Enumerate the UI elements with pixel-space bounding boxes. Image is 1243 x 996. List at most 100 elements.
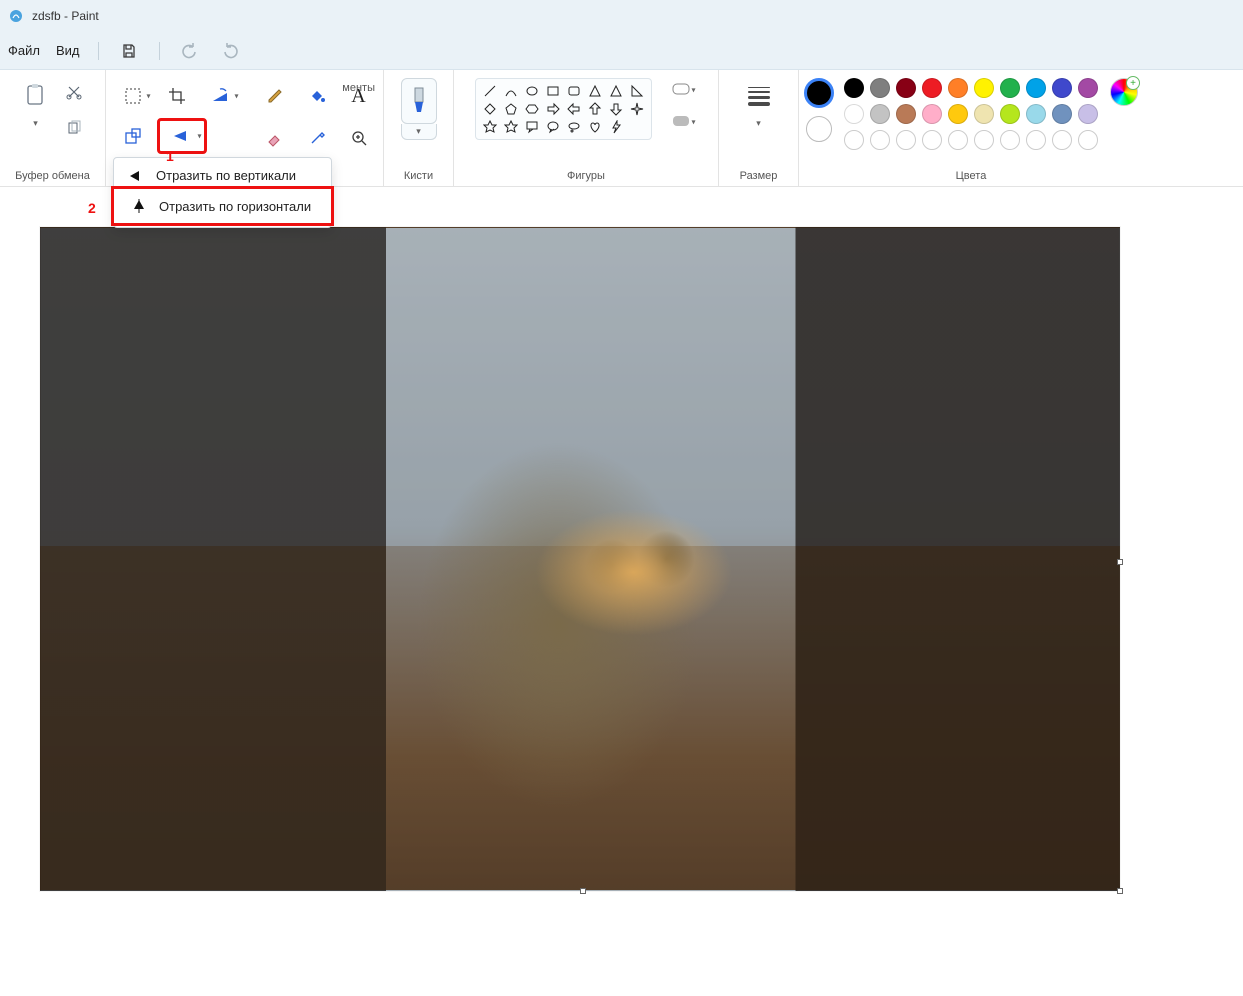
swatch[interactable]: [922, 78, 942, 98]
swatch-empty[interactable]: [896, 130, 916, 150]
swatch[interactable]: [1052, 104, 1072, 124]
swatch-empty[interactable]: [870, 130, 890, 150]
shape-more[interactable]: [629, 119, 645, 135]
shape-lightning[interactable]: [608, 119, 624, 135]
swatch[interactable]: [922, 104, 942, 124]
fill-tool[interactable]: [299, 78, 335, 114]
brush-dropdown[interactable]: ▾: [401, 124, 437, 140]
paste-dd[interactable]: ▾: [33, 118, 38, 129]
swatch[interactable]: [948, 78, 968, 98]
chevron-down-icon: ▾: [691, 86, 695, 95]
swatch[interactable]: [1078, 78, 1098, 98]
shape-curve[interactable]: [503, 83, 519, 99]
pencil-tool[interactable]: [257, 78, 293, 114]
shape-pentagon[interactable]: [503, 101, 519, 117]
swatch[interactable]: [870, 78, 890, 98]
shape-arrow-l[interactable]: [566, 101, 582, 117]
cut-button[interactable]: [60, 78, 88, 106]
flip-horizontal-item[interactable]: Отразить по горизонтали: [111, 186, 334, 226]
swatch[interactable]: [1026, 104, 1046, 124]
shape-4star[interactable]: [629, 101, 645, 117]
undo-button[interactable]: [178, 39, 202, 63]
swatch-empty[interactable]: [1052, 130, 1072, 150]
flip-vertical-label: Отразить по вертикали: [156, 168, 296, 183]
swatch[interactable]: [896, 104, 916, 124]
swatch[interactable]: [844, 78, 864, 98]
swatch-empty[interactable]: [922, 130, 942, 150]
color-picker-tool[interactable]: [299, 120, 335, 156]
shape-righttri[interactable]: [629, 83, 645, 99]
group-shapes: ▾ ▾ Фигуры: [454, 70, 719, 186]
swatch[interactable]: [1052, 78, 1072, 98]
swatch-empty[interactable]: [844, 130, 864, 150]
swatch[interactable]: [974, 104, 994, 124]
save-icon: [121, 43, 137, 59]
shape-fill-button[interactable]: ▾: [664, 110, 698, 134]
menubar-separator: [98, 42, 99, 60]
shape-arrow-r[interactable]: [545, 101, 561, 117]
shape-callout-oval[interactable]: [545, 119, 561, 135]
swatch[interactable]: [1078, 104, 1098, 124]
color-1[interactable]: [804, 78, 834, 108]
swatch[interactable]: [896, 78, 916, 98]
chevron-down-icon: ▾: [234, 92, 238, 101]
magnifier-tool[interactable]: [341, 120, 377, 156]
flip-vertical-item[interactable]: Отразить по вертикали: [114, 162, 331, 189]
shape-roundrect[interactable]: [566, 83, 582, 99]
shape-5star[interactable]: [482, 119, 498, 135]
shape-diamond[interactable]: [482, 101, 498, 117]
group-label-shapes: Фигуры: [567, 166, 605, 182]
eraser-icon: [266, 129, 284, 147]
eraser-tool[interactable]: [257, 120, 293, 156]
swatch[interactable]: [948, 104, 968, 124]
flip-horizontal-icon: [129, 198, 149, 214]
shape-callout-cloud[interactable]: [566, 119, 582, 135]
canvas-image[interactable]: [40, 227, 1120, 891]
swatch-empty[interactable]: [1000, 130, 1020, 150]
paste-button[interactable]: [18, 78, 54, 114]
swatch[interactable]: [844, 104, 864, 124]
swatch[interactable]: [1000, 78, 1020, 98]
shapes-gallery[interactable]: [475, 78, 652, 140]
shape-polygon[interactable]: [587, 83, 603, 99]
shape-hexagon[interactable]: [524, 101, 540, 117]
color-palette: [844, 78, 1100, 152]
brush-button[interactable]: [401, 78, 437, 124]
menu-file[interactable]: Файл: [8, 43, 40, 58]
redo-button[interactable]: [218, 39, 242, 63]
swatch[interactable]: [1000, 104, 1020, 124]
rotate-button[interactable]: ▾: [201, 78, 241, 114]
swatch[interactable]: [974, 78, 994, 98]
flip-icon: [172, 128, 192, 144]
copy-button[interactable]: [60, 114, 88, 142]
swatch-empty[interactable]: [1026, 130, 1046, 150]
swatch[interactable]: [1026, 78, 1046, 98]
size-dd[interactable]: ▾: [756, 118, 761, 129]
swatch-empty[interactable]: [948, 130, 968, 150]
shape-line[interactable]: [482, 83, 498, 99]
select-button[interactable]: ▾: [113, 78, 153, 114]
menu-view[interactable]: Вид: [56, 43, 80, 58]
shape-outline-button[interactable]: ▾: [664, 78, 698, 102]
shape-arrow-u[interactable]: [587, 101, 603, 117]
shape-callout-rect[interactable]: [524, 119, 540, 135]
shape-6star[interactable]: [503, 119, 519, 135]
resize-button[interactable]: [113, 118, 153, 154]
shape-rect[interactable]: [545, 83, 561, 99]
crop-button[interactable]: [157, 78, 197, 114]
save-button[interactable]: [117, 39, 141, 63]
flip-button[interactable]: ▾: [157, 118, 207, 154]
swatch-empty[interactable]: [1078, 130, 1098, 150]
shape-heart[interactable]: [587, 119, 603, 135]
edit-colors-button[interactable]: [1110, 78, 1138, 106]
size-button[interactable]: [741, 78, 777, 114]
shape-oval[interactable]: [524, 83, 540, 99]
rotate-icon: [211, 87, 231, 105]
swatch-empty[interactable]: [974, 130, 994, 150]
color-2[interactable]: [806, 116, 832, 142]
shape-arrow-d[interactable]: [608, 101, 624, 117]
shape-triangle[interactable]: [608, 83, 624, 99]
eyedropper-icon: [308, 129, 326, 147]
group-colors: Цвета: [799, 70, 1143, 186]
swatch[interactable]: [870, 104, 890, 124]
